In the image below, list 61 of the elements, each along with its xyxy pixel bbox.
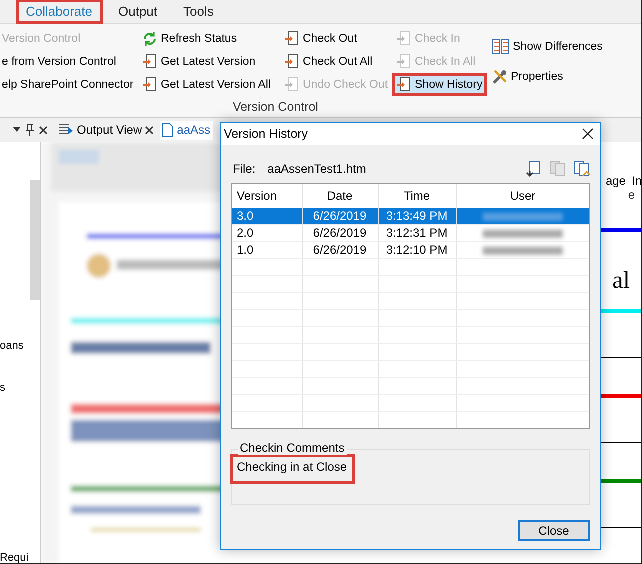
file-name: aaAssenTest1.htm xyxy=(268,162,366,176)
dropdown-icon[interactable] xyxy=(13,127,21,133)
ribbon-command[interactable]: Show Differences xyxy=(490,37,605,56)
table-cell: 1.0 xyxy=(232,242,302,258)
document-arrow-icon xyxy=(142,76,158,92)
ribbon-command[interactable]: Show History xyxy=(394,75,485,94)
document-arrow-icon xyxy=(396,54,412,70)
table-cell: 3:12:31 PM xyxy=(378,224,456,242)
scrollbar[interactable] xyxy=(30,180,40,300)
comment-text: Checking in at Close xyxy=(232,456,354,482)
group-label: Version Control xyxy=(233,100,318,114)
ribbon-command[interactable]: Check Out All xyxy=(282,52,375,71)
table-cell: 6/26/2019 xyxy=(302,208,378,224)
dialog-title: Version History xyxy=(224,127,308,141)
close-icon[interactable] xyxy=(39,126,48,134)
ribbon-tab[interactable]: Collaborate xyxy=(18,1,100,22)
document-arrow-icon[interactable] xyxy=(526,161,542,177)
ribbon-command[interactable]: elp SharePoint Connector xyxy=(0,75,136,94)
ribbon-tab[interactable]: Output xyxy=(110,1,166,22)
ribbon-tab[interactable]: Tools xyxy=(176,1,222,22)
documents-icon[interactable] xyxy=(574,161,590,177)
document-arrow-icon xyxy=(284,30,300,46)
table-row[interactable]: 3.0 6/26/2019 3:13:49 PM xyxy=(232,208,589,224)
ribbon-command[interactable]: Properties xyxy=(490,67,566,86)
document-tab[interactable]: aaAss xyxy=(160,120,213,140)
ribbon-command[interactable]: Get Latest Version All xyxy=(140,75,273,94)
table-cell: 3.0 xyxy=(232,208,302,224)
refresh-icon xyxy=(142,30,158,46)
ribbon-command[interactable]: Refresh Status xyxy=(140,29,240,48)
table-cell: 3:13:49 PM xyxy=(378,208,456,224)
table-cell: 6/26/2019 xyxy=(302,242,378,258)
panel-text: s xyxy=(0,382,6,394)
ribbon-command[interactable]: Get Latest Version xyxy=(140,52,258,71)
close-button[interactable]: Close xyxy=(518,520,590,541)
table-cell: 3:12:10 PM xyxy=(378,242,456,258)
close-icon[interactable] xyxy=(582,128,594,140)
document-arrow-icon xyxy=(284,54,300,70)
panel-text: Requi xyxy=(0,552,30,564)
document-arrow-icon xyxy=(396,30,412,46)
document-arrow-icon xyxy=(142,54,158,70)
menu-text: age xyxy=(606,174,626,188)
ribbon-command[interactable]: e from Version Control xyxy=(0,52,118,71)
table-cell: 2.0 xyxy=(232,224,302,242)
heading-text: al xyxy=(612,268,631,295)
close-icon[interactable] xyxy=(145,126,154,134)
document-arrow-icon xyxy=(284,76,300,92)
pin-icon[interactable] xyxy=(25,124,35,136)
document-tab[interactable]: Output View xyxy=(56,121,156,139)
file-label: File: xyxy=(233,162,256,176)
document-arrow-icon xyxy=(396,76,412,92)
ribbon-command[interactable]: Check Out xyxy=(282,29,360,48)
document-icon xyxy=(162,122,174,138)
table-row[interactable]: 1.0 6/26/2019 3:12:10 PM xyxy=(232,242,589,258)
output-icon xyxy=(58,123,74,137)
ruler-mark: e xyxy=(628,188,638,202)
compare-icon xyxy=(492,38,510,54)
table-row[interactable]: 2.0 6/26/2019 3:12:31 PM xyxy=(232,224,589,242)
tools-icon xyxy=(492,68,508,84)
table-cell: 6/26/2019 xyxy=(302,224,378,242)
group-label: Checkin Comments xyxy=(238,441,347,455)
panel-text: oans xyxy=(0,340,25,352)
